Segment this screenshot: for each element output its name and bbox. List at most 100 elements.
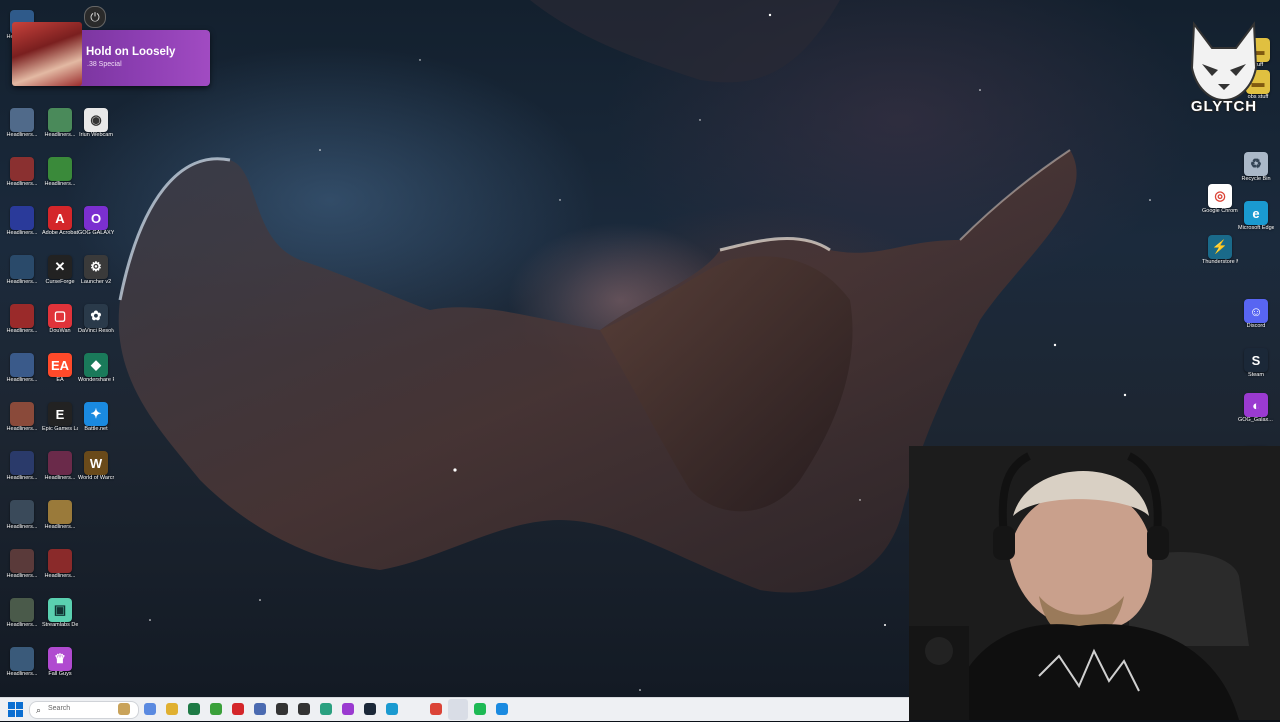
douwan-icon: ▢	[48, 304, 72, 328]
taskbar: ⌕ Search	[0, 697, 909, 721]
filmora-icon: ◆	[84, 353, 108, 377]
taskview-icon[interactable]	[254, 703, 266, 715]
desktop-icon-douwan[interactable]: ▢ DouWan	[42, 304, 78, 335]
desktop-icon-headliners-3[interactable]: Headliners...	[42, 108, 78, 139]
spotify-taskbar-icon[interactable]	[474, 703, 486, 715]
headliners-15-icon	[10, 549, 34, 573]
desktop-icon-streamlabs[interactable]: ▣Streamlabs Desktop	[42, 598, 78, 629]
excel-icon[interactable]	[188, 703, 200, 715]
thunderstore-icon: ⚡	[1208, 235, 1232, 259]
black-app-icon[interactable]	[276, 703, 288, 715]
desktop-icon-label: Headliners...	[6, 475, 38, 481]
adobe-reader-icon[interactable]	[232, 703, 244, 715]
desktop-icon-label: Recycle Bin	[1241, 176, 1271, 182]
desktop-icon-label: Streamlabs Desktop	[42, 622, 78, 628]
desktop-icon-label: Headliners...	[6, 573, 38, 579]
game-bar-icon[interactable]	[210, 703, 222, 715]
desktop-icon-headliners-14[interactable]: Headliners...	[42, 500, 78, 531]
microsoft-edge-icon: e	[1244, 201, 1268, 225]
desktop-icon-headliners-10[interactable]: Headliners...	[4, 402, 40, 433]
gog-taskbar-icon[interactable]	[342, 703, 354, 715]
curseforge-icon: ✕	[48, 255, 72, 279]
desktop-icon-label: Headliners...	[44, 573, 76, 579]
desktop-icon-iriun-webcam[interactable]: ◉ Iriun Webcam	[78, 108, 114, 139]
search-placeholder: Search	[48, 705, 71, 712]
headliners-3-icon	[48, 108, 72, 132]
desktop-icon-davinci-resolve[interactable]: ✿DaVinci Resolve	[78, 304, 114, 335]
desktop-icon-headliners-9[interactable]: Headliners...	[4, 353, 40, 384]
desktop-icon-label: Headliners...	[6, 524, 38, 530]
desktop-icon-battlenet[interactable]: ✦ Battle.net	[78, 402, 114, 433]
desktop-icon-label: Google Chrome	[1202, 208, 1238, 214]
desktop-icon-adobe-acrobat[interactable]: A Adobe Acrobat	[42, 206, 78, 237]
iriun-webcam-icon: ◉	[84, 108, 108, 132]
desktop-icon-label: Headliners...	[6, 181, 38, 187]
widgets-icon[interactable]	[118, 703, 130, 715]
desktop-icon-headliners-15[interactable]: Headliners...	[4, 549, 40, 580]
gog-galaxy-icon: O	[84, 206, 108, 230]
desktop-icon-gog-shortcut[interactable]: ◐GOG_Galax... - Shortcut	[1238, 393, 1274, 424]
desktop-icon-label: Wondershare Filmora 14	[78, 377, 114, 383]
headliners-12-icon	[48, 451, 72, 475]
desktop-icon-headliners-8[interactable]: Headliners...	[4, 304, 40, 335]
desktop-icon-headliners-16[interactable]: Headliners...	[42, 549, 78, 580]
obs-taskbar-icon[interactable]	[298, 703, 310, 715]
desktop-icon-curseforge[interactable]: ✕ CurseForge	[42, 255, 78, 286]
desktop-icon-ea[interactable]: EA EA	[42, 353, 78, 384]
desktop-icon-label: Launcher v2	[80, 279, 112, 285]
desktop-icon-thunderstore[interactable]: ⚡Thunderstore Mod Mana...	[1202, 235, 1238, 266]
desktop-icon-google-chrome[interactable]: ◎ Google Chrome	[1202, 184, 1238, 215]
desktop-icon-fall-guys[interactable]: ♛ Fall Guys	[42, 647, 78, 678]
start-button[interactable]	[8, 702, 23, 717]
desktop-icon-launcher-v2[interactable]: ⚙ Launcher v2	[78, 255, 114, 286]
streamlabs-taskbar-icon[interactable]	[320, 703, 332, 715]
desktop-icon-steam[interactable]: S Steam	[1238, 348, 1274, 379]
desktop-icon-epic-games[interactable]: EEpic Games Launcher	[42, 402, 78, 433]
desktop-icon-label: GOG GALAXY	[78, 230, 114, 236]
power-icon[interactable]: ⏻	[84, 6, 106, 28]
headliners-2-icon	[10, 108, 34, 132]
gog-shortcut-icon: ◐	[1244, 393, 1268, 417]
chrome-taskbar-icon[interactable]	[430, 703, 442, 715]
desktop-icon-recycle-bin[interactable]: ♻ Recycle Bin	[1238, 152, 1274, 183]
edge-taskbar-icon[interactable]	[386, 703, 398, 715]
desktop-icon-headliners-4[interactable]: Headliners...	[4, 157, 40, 188]
desktop-icon-label: DaVinci Resolve	[78, 328, 114, 334]
search-icon: ⌕	[36, 705, 42, 715]
song-artist: .38 Special	[87, 61, 122, 68]
desktop-icon-label: Headliners...	[44, 524, 76, 530]
webcam-overlay	[909, 446, 1280, 720]
desktop-icon-headliners-7[interactable]: Headliners...	[4, 255, 40, 286]
now-playing-notification[interactable]: Hold on Loosely .38 Special	[12, 22, 210, 86]
logo-text: GLYTCH	[1190, 98, 1258, 115]
headliners-17-icon	[10, 598, 34, 622]
headliners-5-icon	[48, 157, 72, 181]
battlenet-taskbar-icon[interactable]	[496, 703, 508, 715]
desktop-icon-world-of-warcraft[interactable]: WWorld of Warcraft	[78, 451, 114, 482]
desktop-icon-headliners-18[interactable]: Headliners...	[4, 647, 40, 678]
desktop-icon-headliners-17[interactable]: Headliners...	[4, 598, 40, 629]
desktop-icon-gog-galaxy[interactable]: O GOG GALAXY	[78, 206, 114, 237]
headliners-4-icon	[10, 157, 34, 181]
desktop-icon-headliners-13[interactable]: Headliners...	[4, 500, 40, 531]
active-app-highlight	[448, 699, 468, 720]
desktop-icon-headliners-2[interactable]: Headliners...	[4, 108, 40, 139]
desktop-icon-label: Headliners...	[6, 426, 38, 432]
desktop-icon-label: Headliners...	[6, 230, 38, 236]
desktop-icon-headliners-6[interactable]: Headliners...	[4, 206, 40, 237]
copilot-icon[interactable]	[144, 703, 156, 715]
desktop-icon-label: World of Warcraft	[78, 475, 114, 481]
desktop-icon-filmora[interactable]: ◆Wondershare Filmora 14	[78, 353, 114, 384]
desktop-icon-label: GOG_Galax... - Shortcut	[1238, 417, 1274, 423]
desktop-icon-headliners-12[interactable]: Headliners...	[42, 451, 78, 482]
desktop-icon-headliners-5[interactable]: Headliners...	[42, 157, 78, 188]
desktop-icon-headliners-11[interactable]: Headliners...	[4, 451, 40, 482]
desktop-icon-microsoft-edge[interactable]: e Microsoft Edge	[1238, 201, 1274, 232]
steam-taskbar-icon[interactable]	[364, 703, 376, 715]
desktop-icon-label: Headliners...	[44, 475, 76, 481]
desktop-icon-label: Fall Guys	[48, 671, 72, 677]
desktop-icon-label: Headliners...	[6, 279, 38, 285]
desktop-icon-label: Discord	[1246, 323, 1266, 329]
file-explorer-icon[interactable]	[166, 703, 178, 715]
desktop-icon-discord[interactable]: ☺ Discord	[1238, 299, 1274, 330]
